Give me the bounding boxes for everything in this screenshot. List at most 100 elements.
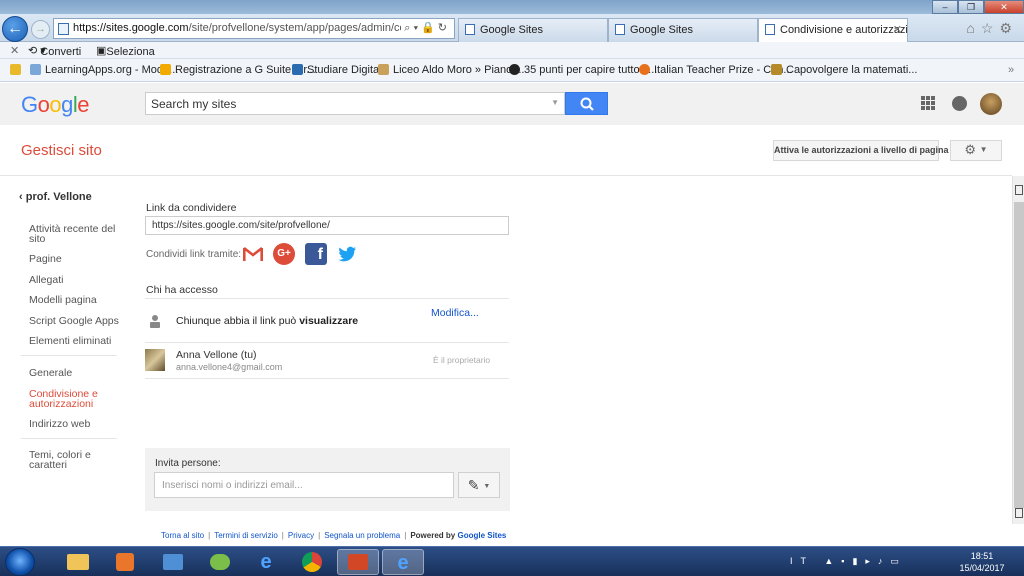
language-indicator[interactable]: IT bbox=[790, 556, 814, 566]
page-title: Gestisci sito bbox=[21, 142, 102, 159]
access-row-divider bbox=[145, 342, 509, 343]
page-footer: Torna al sito | Termini di servizio | Privac… bbox=[161, 531, 507, 540]
start-button[interactable] bbox=[5, 548, 35, 576]
notifications-bell-icon[interactable] bbox=[952, 96, 967, 111]
tab-google-sites-2[interactable]: Google Sites bbox=[608, 18, 758, 42]
sidebar-item-web-address[interactable]: Indirizzo web bbox=[29, 419, 119, 430]
favorite-link[interactable]: Studiare Digitale bbox=[292, 64, 388, 76]
footer-link-privacy[interactable]: Privacy bbox=[288, 531, 314, 540]
close-bar-icon[interactable]: ✕ bbox=[10, 44, 19, 57]
chrome-icon[interactable] bbox=[291, 549, 333, 575]
invite-email-input[interactable] bbox=[154, 472, 454, 498]
scroll-up-arrow[interactable] bbox=[1015, 185, 1023, 195]
modify-access-link[interactable]: Modifica... bbox=[431, 307, 479, 319]
vertical-scrollbar[interactable] bbox=[1012, 176, 1024, 524]
gmail-icon[interactable] bbox=[242, 243, 264, 265]
sidebar-item-pages[interactable]: Pagine bbox=[29, 254, 119, 265]
sidebar-item-themes[interactable]: Temi, colori e caratteri bbox=[29, 450, 119, 471]
gear-icon[interactable]: ⚙ bbox=[999, 20, 1018, 36]
sidebar-item-deleted-items[interactable]: Elementi eliminati bbox=[29, 336, 119, 347]
scrollbar-thumb[interactable] bbox=[1014, 202, 1024, 508]
tab-label: Google Sites bbox=[630, 24, 693, 36]
favorite-link[interactable]: Liceo Aldo Moro » Piano ... bbox=[378, 64, 524, 76]
access-row-divider bbox=[145, 378, 509, 379]
access-row-divider bbox=[145, 298, 509, 299]
search-dropdown-icon[interactable]: ▼ bbox=[551, 98, 559, 107]
invite-people-panel: Invita persone: ✎ ▼ bbox=[145, 448, 510, 511]
footer-link-back-to-site[interactable]: Torna al sito bbox=[161, 531, 204, 540]
sites-tab-icon bbox=[765, 24, 775, 35]
address-icons[interactable]: ⌕▾🔒↻ bbox=[404, 21, 450, 35]
powerpoint-icon[interactable] bbox=[337, 549, 379, 575]
scroll-down-arrow[interactable] bbox=[1015, 508, 1023, 518]
search-input[interactable] bbox=[151, 97, 541, 111]
owner-name: Anna Vellone (tu) bbox=[176, 349, 257, 361]
system-tray[interactable]: IT ▲▪▮▸♪▭ bbox=[790, 556, 907, 567]
search-button[interactable] bbox=[565, 92, 608, 115]
favorite-link[interactable]: 35 punti per capire tutto s... bbox=[509, 64, 657, 76]
tab-google-sites-1[interactable]: Google Sites bbox=[458, 18, 608, 42]
browser-toolbar-icons: ⌂☆⚙ bbox=[966, 20, 1018, 37]
sites-tab-icon bbox=[465, 24, 475, 35]
back-to-site-link[interactable]: ‹ prof. Vellone bbox=[19, 191, 92, 203]
select-button[interactable]: ▣ Seleziona bbox=[96, 44, 155, 58]
invite-people-label: Invita persone: bbox=[155, 458, 221, 469]
footer-link-terms[interactable]: Termini di servizio bbox=[214, 531, 278, 540]
sidebar-item-attachments[interactable]: Allegati bbox=[29, 275, 119, 286]
clock[interactable]: 18:51 15/04/2017 bbox=[952, 550, 1012, 574]
favorite-link[interactable]: Italian Teacher Prize - Can... bbox=[639, 64, 793, 76]
share-link-field[interactable] bbox=[145, 216, 509, 235]
select-label: Seleziona bbox=[106, 46, 155, 58]
settings-menu-button[interactable]: ⚙ ▼ bbox=[950, 140, 1002, 161]
star-icon[interactable]: ☆ bbox=[981, 20, 1000, 36]
apps-grid-icon[interactable] bbox=[921, 96, 935, 110]
explorer-folder-icon[interactable] bbox=[57, 549, 99, 575]
twitter-icon[interactable] bbox=[336, 243, 358, 265]
url-text[interactable]: https://sites.google.com/site/profvellon… bbox=[73, 22, 401, 34]
internet-explorer-active-icon[interactable]: e bbox=[382, 549, 424, 575]
tab-close-icon[interactable]: ✕ bbox=[893, 19, 902, 42]
internet-explorer-icon[interactable]: e bbox=[245, 549, 287, 575]
google-logo[interactable]: Google bbox=[21, 92, 90, 118]
back-button[interactable]: ← bbox=[2, 16, 28, 42]
forward-button[interactable]: → bbox=[31, 20, 50, 39]
media-player-icon[interactable] bbox=[104, 549, 146, 575]
tab-sharing-permissions[interactable]: Condivisione e autorizzazio... ✕ bbox=[758, 18, 908, 42]
enable-page-permissions-button[interactable]: Attiva le autorizzazioni a livello di pa… bbox=[773, 140, 949, 161]
owner-email: anna.vellone4@gmail.com bbox=[176, 362, 283, 372]
convert-button[interactable]: ⟲ Converti ▾ bbox=[28, 44, 81, 58]
favorites-more-icon[interactable]: » bbox=[1008, 64, 1014, 76]
favorites-star-icon[interactable] bbox=[10, 64, 25, 76]
sidebar-divider bbox=[21, 438, 117, 439]
close-window-button[interactable]: ✕ bbox=[984, 0, 1024, 14]
favorite-link[interactable]: LearningApps.org - Modu... bbox=[30, 64, 178, 76]
maximize-button[interactable]: ❐ bbox=[958, 0, 984, 14]
address-bar[interactable]: https://sites.google.com/site/profvellon… bbox=[53, 18, 455, 39]
facebook-icon[interactable]: f bbox=[305, 243, 327, 265]
account-avatar[interactable] bbox=[980, 93, 1002, 115]
home-icon[interactable]: ⌂ bbox=[966, 20, 980, 36]
link-access-level: Chiunque abbia il link può visualizzare bbox=[176, 315, 358, 327]
favorite-link[interactable]: Capovolgere la matemati... bbox=[771, 64, 917, 76]
command-bar: ✕ ⟲ Converti ▾ ▣ Seleziona bbox=[0, 42, 1024, 59]
chevron-left-icon: ‹ bbox=[19, 191, 23, 203]
sidebar-item-general[interactable]: Generale bbox=[29, 368, 119, 379]
search-box[interactable]: ▼ bbox=[145, 92, 565, 115]
search-icon bbox=[580, 97, 594, 111]
app-icon[interactable] bbox=[152, 549, 194, 575]
permission-level-dropdown[interactable]: ✎ ▼ bbox=[458, 472, 500, 498]
sidebar-item-sharing[interactable]: Condivisione e autorizzazioni bbox=[29, 389, 119, 410]
sidebar-item-recent-activity[interactable]: Attività recente del sito bbox=[29, 224, 119, 245]
powered-by-link[interactable]: Google Sites bbox=[457, 531, 506, 540]
tab-label: Google Sites bbox=[480, 24, 543, 36]
window-titlebar: – ❐ ✕ bbox=[0, 0, 1024, 14]
paint-icon[interactable] bbox=[199, 549, 241, 575]
google-plus-icon[interactable]: G+ bbox=[273, 243, 295, 265]
minimize-button[interactable]: – bbox=[932, 0, 958, 14]
sidebar-item-page-templates[interactable]: Modelli pagina bbox=[29, 295, 119, 306]
person-icon bbox=[149, 314, 161, 328]
chevron-down-icon: ▼ bbox=[483, 483, 491, 490]
footer-link-report-abuse[interactable]: Segnala un problema bbox=[324, 531, 400, 540]
sidebar-item-apps-script[interactable]: Script Google Apps bbox=[29, 316, 119, 327]
page-icon bbox=[58, 23, 69, 35]
